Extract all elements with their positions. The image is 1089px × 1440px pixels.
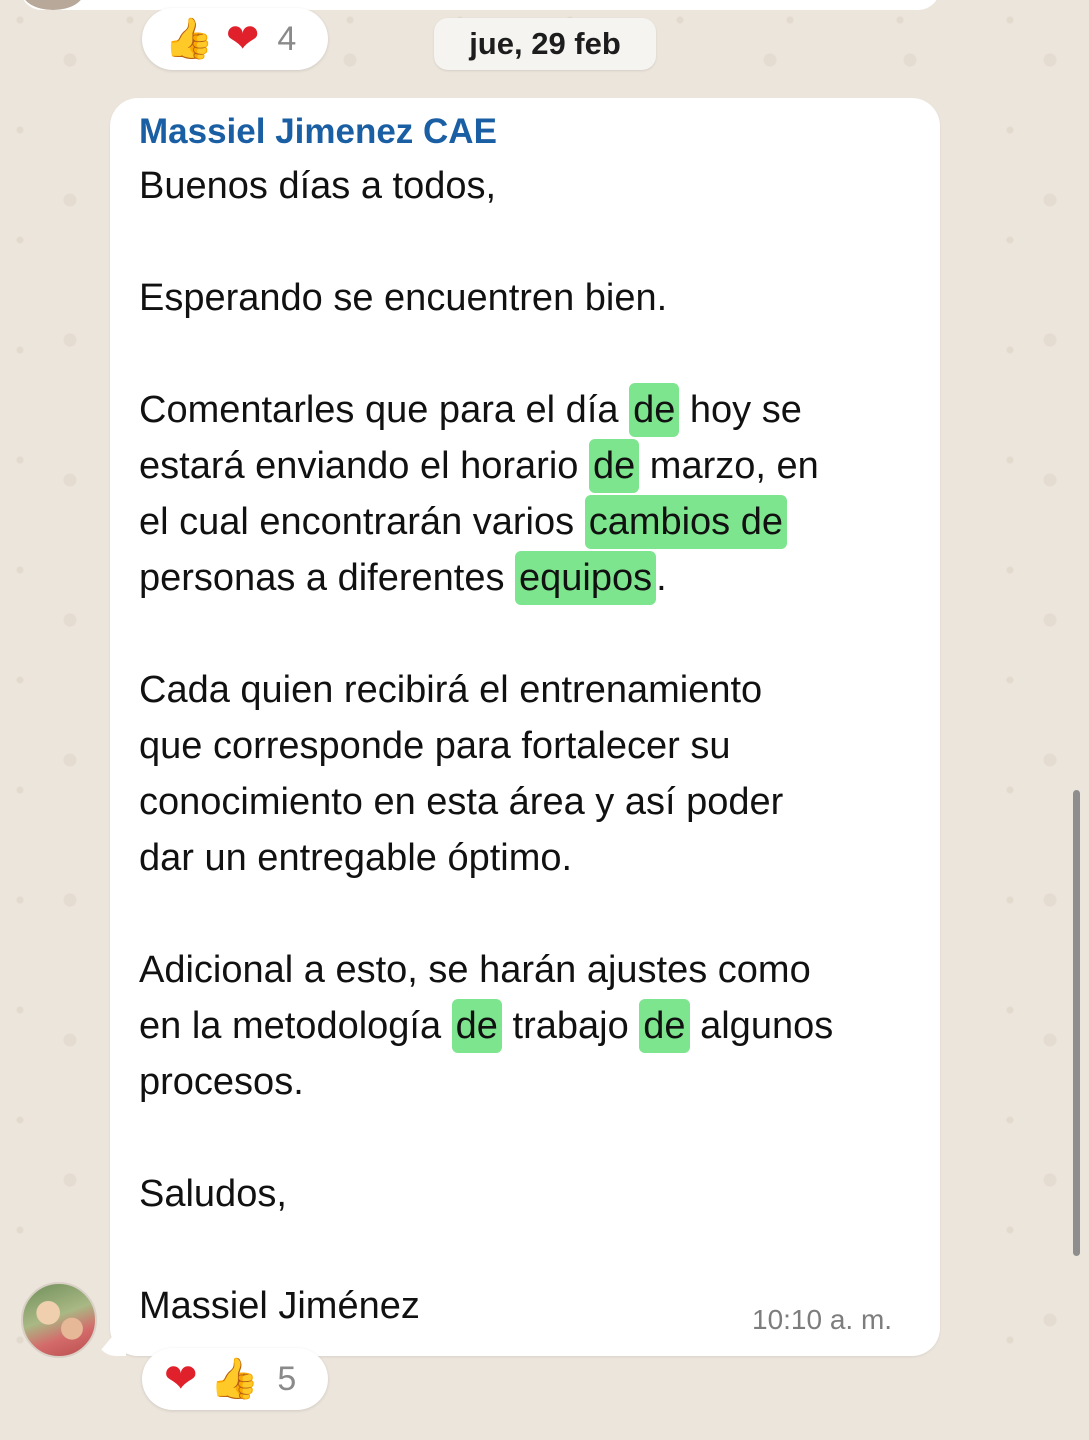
search-highlight: de bbox=[639, 999, 690, 1053]
sender-name[interactable]: Massiel Jimenez CAE bbox=[139, 112, 497, 152]
message-line: que corresponde para fortalecer su bbox=[139, 725, 731, 767]
message-line: Comentarles que para el día de hoy se bbox=[139, 382, 802, 438]
message-line: en la metodología de trabajo de algunos bbox=[139, 998, 833, 1054]
reaction-count: 4 bbox=[277, 19, 297, 58]
search-highlight: equipos bbox=[515, 551, 657, 605]
reactions-top[interactable]: 👍 ❤ 4 bbox=[142, 8, 328, 70]
message-line: Massiel Jiménez bbox=[139, 1285, 420, 1327]
scrollbar[interactable] bbox=[1073, 790, 1080, 1256]
thumbs-up-icon: 👍 bbox=[209, 1356, 260, 1402]
search-highlight: de bbox=[629, 383, 680, 437]
message-line: Saludos, bbox=[139, 1173, 287, 1215]
reaction-count: 5 bbox=[277, 1359, 297, 1398]
message-timestamp: 10:10 a. m. bbox=[752, 1304, 893, 1335]
search-highlight: de bbox=[588, 439, 640, 493]
message-line: conocimiento en esta área y así poder bbox=[139, 781, 784, 823]
message-line: Esperando se encuentren bien. bbox=[139, 277, 668, 319]
message-line: Adicional a esto, se harán ajustes como bbox=[139, 949, 811, 991]
message-line: procesos. bbox=[139, 1061, 304, 1103]
heart-icon: ❤ bbox=[164, 1356, 198, 1402]
reactions-bottom[interactable]: ❤ 👍 5 bbox=[142, 1348, 328, 1410]
message-line: el cual encontrarán varios cambios de bbox=[139, 494, 788, 550]
search-highlight: de bbox=[451, 999, 502, 1053]
heart-icon: ❤ bbox=[225, 16, 260, 62]
avatar[interactable] bbox=[21, 1282, 97, 1358]
search-highlight: cambios de bbox=[584, 495, 788, 549]
message-line: Buenos días a todos, bbox=[139, 165, 497, 207]
message-line: Cada quien recibirá el entrenamiento bbox=[139, 669, 763, 711]
message-line: estará enviando el horario de marzo, en bbox=[139, 438, 819, 494]
previous-message-bubble bbox=[20, 0, 940, 10]
message-line: personas a diferentes equipos. bbox=[139, 550, 667, 606]
thumbs-up-icon: 👍 bbox=[164, 16, 214, 62]
date-chip: jue, 29 feb bbox=[434, 18, 656, 70]
message-line: dar un entregable óptimo. bbox=[139, 837, 573, 879]
